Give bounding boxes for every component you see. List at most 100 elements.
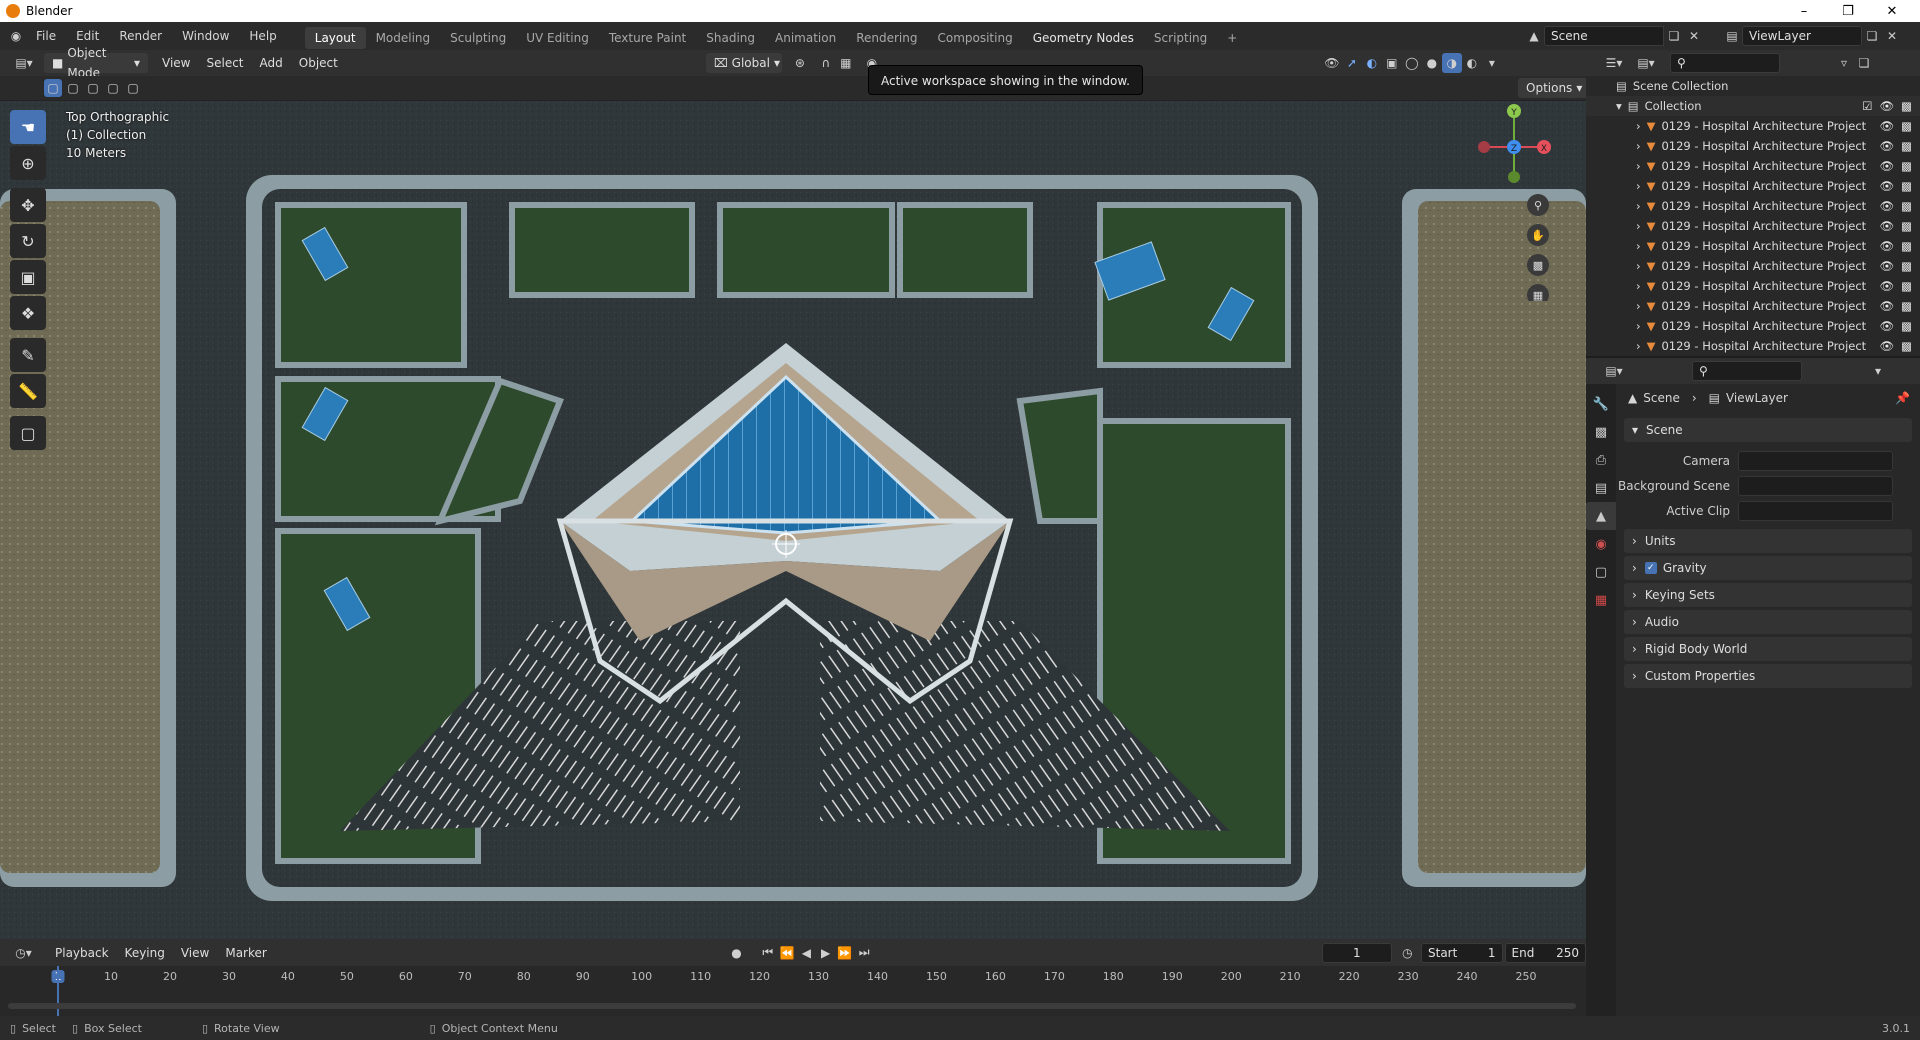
shading-options-icon[interactable]: ▾: [1482, 53, 1502, 73]
tab-animation[interactable]: Animation: [765, 27, 846, 49]
scale-tool-icon[interactable]: ▣: [10, 260, 46, 294]
texture-tab-icon[interactable]: ▦: [1586, 586, 1616, 614]
eye-icon[interactable]: 👁: [1880, 159, 1895, 173]
tab-rendering[interactable]: Rendering: [846, 27, 927, 49]
scene-panel-header[interactable]: ▾ Scene: [1624, 418, 1912, 442]
jump-start-icon[interactable]: ⏮: [758, 943, 777, 963]
chevron-right-icon[interactable]: ›: [1636, 259, 1641, 273]
new-collection-icon[interactable]: ❏: [1854, 53, 1874, 73]
menu-add[interactable]: Add: [252, 53, 291, 73]
add-workspace-button[interactable]: +: [1217, 27, 1247, 49]
scene-selector[interactable]: Scene: [1544, 26, 1664, 46]
menu-marker[interactable]: Marker: [217, 943, 274, 963]
outliner-object-row[interactable]: › ▼ 0129 - Hospital Architecture Project 👁 ▩: [1586, 316, 1920, 336]
eye-icon[interactable]: 👁: [1880, 119, 1895, 133]
menu-help[interactable]: Help: [239, 22, 286, 50]
render-tab-icon[interactable]: ▩: [1586, 418, 1616, 446]
outliner-object-row[interactable]: › ▼ 0129 - Hospital Architecture Project 👁 ▩: [1586, 156, 1920, 176]
object-mode-dropdown[interactable]: ■ Object Mode ▾: [44, 46, 148, 80]
camera-icon[interactable]: ▩: [1901, 239, 1912, 253]
add-cube-tool-icon[interactable]: ▢: [10, 416, 46, 450]
jump-end-icon[interactable]: ⏭: [855, 943, 874, 963]
wireframe-shading-icon[interactable]: ◯: [1402, 53, 1422, 73]
outliner-object-row[interactable]: › ▼ 0129 - Hospital Architecture Project 👁 ▩: [1586, 136, 1920, 156]
eye-icon[interactable]: 👁: [1880, 179, 1895, 193]
transform-orientation-dropdown[interactable]: ⌧ Global ▾: [705, 53, 782, 73]
close-icon[interactable]: ✕: [1870, 0, 1914, 22]
overlay-toggle-icon[interactable]: ◐: [1362, 53, 1382, 73]
jump-keyframe-forward-icon[interactable]: ⏩: [835, 943, 854, 963]
menu-keying[interactable]: Keying: [117, 943, 173, 963]
outliner-editor-type-icon[interactable]: ☰▾: [1600, 53, 1628, 73]
tab-layout[interactable]: Layout: [304, 26, 366, 49]
eye-icon[interactable]: 👁: [1880, 299, 1895, 313]
gravity-checkbox[interactable]: ✓: [1644, 562, 1657, 574]
select-mode-intersect-icon[interactable]: ▢: [124, 79, 142, 97]
collection-tab-icon[interactable]: ▢: [1586, 558, 1616, 586]
menu-select[interactable]: Select: [198, 53, 251, 73]
play-reverse-icon[interactable]: ◀: [797, 943, 816, 963]
outliner-object-row[interactable]: › ▼ 0129 - Hospital Architecture Project 👁 ▩: [1586, 276, 1920, 296]
select-box-tool-icon[interactable]: ☚: [10, 110, 46, 144]
move-tool-icon[interactable]: ✥: [10, 188, 46, 222]
solid-shading-icon[interactable]: ●: [1422, 53, 1442, 73]
panel-custom-properties[interactable]: › Custom Properties: [1624, 664, 1912, 688]
options-dropdown[interactable]: Options ▾: [1518, 78, 1591, 98]
chevron-right-icon[interactable]: ›: [1636, 219, 1641, 233]
preview-range-icon[interactable]: ◷: [1398, 943, 1417, 963]
outliner-object-row[interactable]: › ▼ 0129 - Hospital Architecture Project 👁 ▩: [1586, 336, 1920, 356]
filter-icon[interactable]: ▿: [1834, 53, 1854, 73]
current-frame-field[interactable]: 1: [1321, 942, 1392, 963]
chevron-right-icon[interactable]: ›: [1636, 179, 1641, 193]
outliner-object-row[interactable]: › ▼ 0129 - Hospital Architecture Project 👁 ▩: [1586, 216, 1920, 236]
play-icon[interactable]: ▶: [816, 943, 835, 963]
eye-icon[interactable]: 👁: [1880, 279, 1895, 293]
panel-units[interactable]: › Units: [1624, 529, 1912, 553]
display-mode-icon[interactable]: ▤▾: [1632, 53, 1660, 73]
cursor-tool-icon[interactable]: ⊕: [10, 146, 46, 180]
properties-search-input[interactable]: ⚲: [1692, 361, 1802, 381]
tab-texture-paint[interactable]: Texture Paint: [599, 27, 696, 49]
select-mode-new-icon[interactable]: ▢: [44, 79, 62, 97]
chevron-right-icon[interactable]: ›: [1636, 199, 1641, 213]
snap-target-icon[interactable]: ▦: [836, 53, 856, 73]
select-mode-subtract-icon[interactable]: ▢: [84, 79, 102, 97]
outliner-object-row[interactable]: › ▼ 0129 - Hospital Architecture Project 👁 ▩: [1586, 296, 1920, 316]
new-scene-icon[interactable]: ❏: [1664, 26, 1684, 46]
exclude-checkbox-icon[interactable]: ☑: [1862, 99, 1872, 113]
view-layer-icon[interactable]: ▤: [1722, 26, 1742, 46]
new-view-layer-icon[interactable]: ❏: [1862, 26, 1882, 46]
snap-icon[interactable]: ∩: [816, 53, 836, 73]
camera-icon[interactable]: ▩: [1901, 299, 1912, 313]
eye-icon[interactable]: 👁: [1880, 339, 1895, 353]
navigation-gizmo[interactable]: Y X Z ⚲ ✋ ▩ ▦: [1460, 101, 1580, 301]
chevron-right-icon[interactable]: ›: [1636, 159, 1641, 173]
panel-rigid-body-world[interactable]: › Rigid Body World: [1624, 637, 1912, 661]
outliner-object-row[interactable]: › ▼ 0129 - Hospital Architecture Project 👁 ▩: [1586, 256, 1920, 276]
restore-icon[interactable]: ❐: [1826, 0, 1870, 22]
camera-icon[interactable]: ▩: [1901, 319, 1912, 333]
panel-audio[interactable]: › Audio: [1624, 610, 1912, 634]
eye-icon[interactable]: 👁: [1880, 239, 1895, 253]
tab-sculpting[interactable]: Sculpting: [440, 27, 516, 49]
properties-options-icon[interactable]: ▾: [1868, 361, 1888, 381]
chevron-right-icon[interactable]: ›: [1636, 119, 1641, 133]
chevron-right-icon[interactable]: ›: [1636, 339, 1641, 353]
outliner-object-row[interactable]: › ▼ 0129 - Hospital Architecture Project 👁 ▩: [1586, 236, 1920, 256]
scene-tab-icon[interactable]: ▲: [1586, 502, 1616, 530]
menu-playback[interactable]: Playback: [47, 943, 117, 963]
delete-scene-icon[interactable]: ✕: [1684, 26, 1704, 46]
eye-icon[interactable]: 👁: [1880, 219, 1895, 233]
chevron-right-icon[interactable]: ›: [1636, 139, 1641, 153]
output-tab-icon[interactable]: ⎙: [1586, 446, 1616, 474]
camera-icon[interactable]: ▩: [1901, 119, 1912, 133]
visibility-selectability-icon[interactable]: 👁: [1322, 53, 1342, 73]
scene-icon[interactable]: ▲: [1524, 26, 1544, 46]
camera-icon[interactable]: ▩: [1901, 159, 1912, 173]
outliner-search-input[interactable]: ⚲: [1670, 53, 1780, 73]
pin-icon[interactable]: 📌: [1895, 391, 1910, 405]
view-layer-tab-icon[interactable]: ▤: [1586, 474, 1616, 502]
panel-keying-sets[interactable]: › Keying Sets: [1624, 583, 1912, 607]
material-preview-shading-icon[interactable]: ◑: [1441, 53, 1462, 73]
auto-keying-icon[interactable]: ●: [727, 943, 746, 963]
